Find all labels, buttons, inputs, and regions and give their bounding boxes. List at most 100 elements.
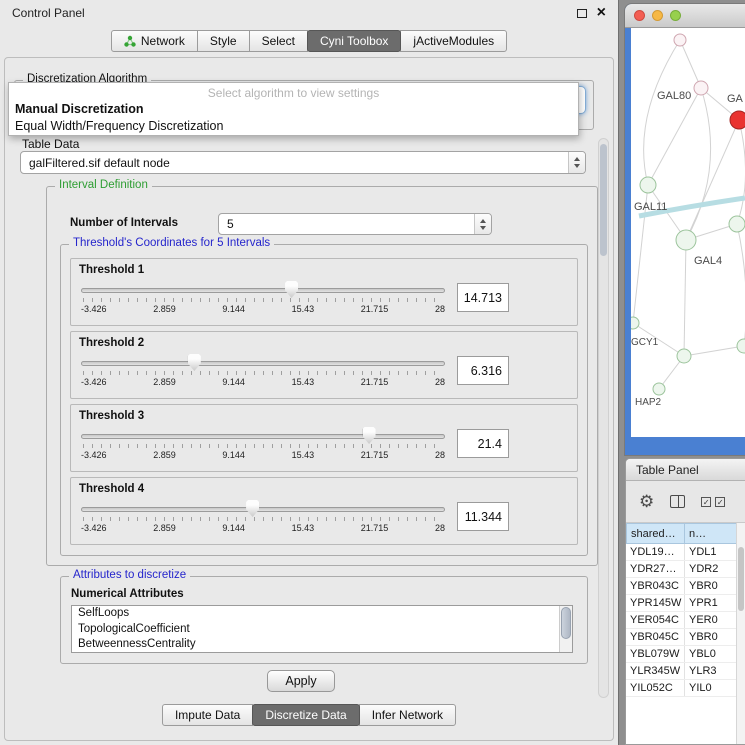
cell-shared-name[interactable]: YBR043C bbox=[626, 578, 685, 594]
zoom-traffic-light[interactable] bbox=[670, 10, 681, 21]
threshold-slider[interactable]: -3.4262.8599.14415.4321.71528 bbox=[81, 352, 445, 389]
table-row[interactable]: YBR043CYBR0 bbox=[626, 578, 745, 595]
tab-discretize-data[interactable]: Discretize Data bbox=[252, 704, 359, 726]
cell-shared-name[interactable]: YLR345W bbox=[626, 663, 685, 679]
dropdown-option-equal-width-frequency-discretization[interactable]: Equal Width/Frequency Discretization bbox=[9, 118, 578, 135]
slider-track[interactable] bbox=[81, 434, 445, 439]
table-row[interactable]: YIL052CYIL0 bbox=[626, 680, 745, 697]
close-traffic-light[interactable] bbox=[634, 10, 645, 21]
table-row[interactable]: YPR145WYPR1 bbox=[626, 595, 745, 612]
table-row[interactable]: YLR345WYLR3 bbox=[626, 663, 745, 680]
threshold-label: Threshold 1 bbox=[79, 264, 569, 276]
list-item-topologicalcoefficient[interactable]: TopologicalCoefficient bbox=[72, 622, 572, 638]
scale-label: 15.43 bbox=[292, 377, 315, 387]
network-node[interactable] bbox=[631, 317, 639, 329]
dropdown-option-manual-discretization[interactable]: Manual Discretization bbox=[9, 101, 578, 118]
columns-icon[interactable] bbox=[670, 495, 685, 508]
threshold-value-field[interactable]: 21.4 bbox=[457, 429, 509, 458]
checkbox-icon[interactable]: ✓ bbox=[715, 497, 725, 507]
network-edge[interactable] bbox=[737, 120, 745, 224]
checkbox-icon[interactable]: ✓ bbox=[701, 497, 711, 507]
apply-button[interactable]: Apply bbox=[267, 670, 335, 692]
intervals-value: 5 bbox=[219, 217, 474, 231]
table-row[interactable]: YDR27…YDR2 bbox=[626, 561, 745, 578]
tab-infer-network[interactable]: Infer Network bbox=[359, 704, 456, 726]
network-node[interactable] bbox=[729, 216, 745, 232]
network-node[interactable] bbox=[676, 230, 696, 250]
network-node[interactable] bbox=[640, 177, 656, 193]
tab-cyni-toolbox[interactable]: Cyni Toolbox bbox=[307, 30, 401, 52]
list-item-selfloops[interactable]: SelfLoops bbox=[72, 606, 572, 622]
slider-thumb[interactable] bbox=[363, 427, 376, 444]
table-scrollbar[interactable] bbox=[736, 523, 745, 744]
combo-stepper[interactable] bbox=[568, 152, 585, 173]
scrollbar-thumb[interactable] bbox=[600, 144, 607, 256]
bottom-tabbar: Impute DataDiscretize DataInfer Network bbox=[0, 704, 618, 726]
network-edge[interactable] bbox=[680, 40, 701, 88]
network-node[interactable] bbox=[653, 383, 665, 395]
table-row[interactable]: YDL19…YDL1 bbox=[626, 544, 745, 561]
network-edge[interactable] bbox=[686, 88, 711, 240]
network-edge[interactable] bbox=[644, 40, 680, 185]
slider-track[interactable] bbox=[81, 507, 445, 512]
network-edge[interactable] bbox=[648, 88, 701, 185]
gear-icon[interactable]: ⚙ bbox=[639, 493, 654, 510]
dropdown-prompt: Select algorithm to view settings bbox=[9, 86, 578, 101]
combo-stepper[interactable] bbox=[474, 214, 491, 234]
threshold-slider[interactable]: -3.4262.8599.14415.4321.71528 bbox=[81, 279, 445, 316]
list-item-betweennesscentrality[interactable]: BetweennessCentrality bbox=[72, 637, 572, 653]
column-header-shared-name[interactable]: shared… bbox=[626, 523, 685, 544]
threshold-value-field[interactable]: 6.316 bbox=[457, 356, 509, 385]
network-edge[interactable] bbox=[684, 240, 686, 356]
scale-label: 2.859 bbox=[153, 304, 176, 314]
tab-select[interactable]: Select bbox=[249, 30, 308, 52]
table-row[interactable]: YBR045CYBR0 bbox=[626, 629, 745, 646]
threshold-slider[interactable]: -3.4262.8599.14415.4321.71528 bbox=[81, 425, 445, 462]
network-node[interactable] bbox=[677, 349, 691, 363]
network-node[interactable] bbox=[694, 81, 708, 95]
threshold-row: -3.4262.8599.14415.4321.71528 14.713 bbox=[79, 279, 569, 316]
network-node[interactable] bbox=[730, 111, 745, 129]
minimize-traffic-light[interactable] bbox=[652, 10, 663, 21]
scrollbar-thumb[interactable] bbox=[738, 547, 744, 611]
threshold-slider[interactable]: -3.4262.8599.14415.4321.71528 bbox=[81, 498, 445, 535]
panel-scrollbar[interactable] bbox=[598, 138, 609, 698]
cell-shared-name[interactable]: YIL052C bbox=[626, 680, 685, 696]
restore-icon[interactable] bbox=[577, 9, 587, 18]
cell-shared-name[interactable]: YDL19… bbox=[626, 544, 685, 560]
number-of-intervals-combobox[interactable]: 5 bbox=[218, 213, 492, 235]
threshold-value-field[interactable]: 11.344 bbox=[457, 502, 509, 531]
scale-label: 2.859 bbox=[153, 450, 176, 460]
network-canvas[interactable]: GAL80GAGAL11GAL4GCY1HAP2 bbox=[631, 28, 745, 437]
scale-label: 21.715 bbox=[361, 450, 389, 460]
close-icon[interactable]: × bbox=[597, 5, 606, 21]
group-title: Attributes to discretize bbox=[69, 569, 190, 581]
tab-impute-data[interactable]: Impute Data bbox=[162, 704, 253, 726]
slider-thumb[interactable] bbox=[285, 281, 298, 298]
scrollbar-thumb[interactable] bbox=[561, 607, 571, 639]
threshold-value-field[interactable]: 14.713 bbox=[457, 283, 509, 312]
network-edge[interactable] bbox=[684, 346, 744, 356]
cell-shared-name[interactable]: YBR045C bbox=[626, 629, 685, 645]
table-row[interactable]: YER054CYER0 bbox=[626, 612, 745, 629]
tab-style[interactable]: Style bbox=[197, 30, 250, 52]
network-edge[interactable] bbox=[737, 224, 745, 346]
cell-shared-name[interactable]: YBL079W bbox=[626, 646, 685, 662]
slider-thumb[interactable] bbox=[246, 500, 259, 517]
tab-network[interactable]: Network bbox=[111, 30, 198, 52]
cell-shared-name[interactable]: YDR27… bbox=[626, 561, 685, 577]
cell-shared-name[interactable]: YER054C bbox=[626, 612, 685, 628]
tab-jactivemodules[interactable]: jActiveModules bbox=[400, 30, 507, 52]
attributes-listbox[interactable]: SelfLoopsTopologicalCoefficientBetweenne… bbox=[71, 605, 573, 653]
slider-thumb[interactable] bbox=[188, 354, 201, 371]
table-data-combobox[interactable]: galFiltered.sif default node bbox=[20, 151, 586, 174]
node-label: GAL11 bbox=[634, 201, 667, 213]
table-row[interactable]: YBL079WYBL0 bbox=[626, 646, 745, 663]
slider-track[interactable] bbox=[81, 361, 445, 366]
network-node[interactable] bbox=[737, 339, 745, 353]
slider-track[interactable] bbox=[81, 288, 445, 293]
network-node[interactable] bbox=[674, 34, 686, 46]
list-scrollbar[interactable] bbox=[559, 606, 572, 652]
threshold-label: Threshold 4 bbox=[79, 483, 569, 495]
cell-shared-name[interactable]: YPR145W bbox=[626, 595, 685, 611]
